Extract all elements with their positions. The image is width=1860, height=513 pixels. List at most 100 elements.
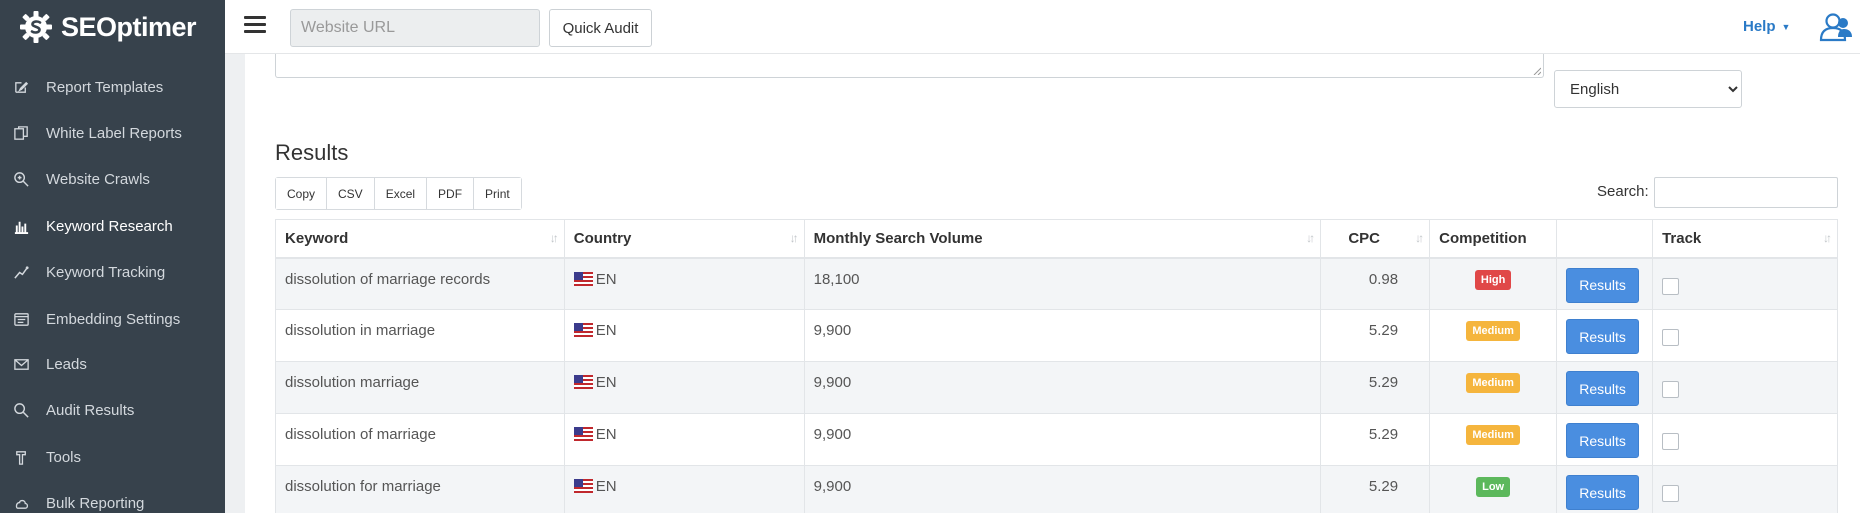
sidebar-item-bulk-reporting[interactable]: Bulk Reporting [0,480,225,513]
sidebar-item-label: Tools [46,448,82,466]
table-row: dissolution in marriage EN 9,900 5.29 Medium… [275,309,1838,362]
menu-toggle-icon[interactable] [244,16,266,36]
column-volume-label: Monthly Search Volume [813,229,983,247]
column-cpc[interactable]: CPC ↓↑ [1320,219,1431,259]
actions-cell: Results [1556,413,1654,466]
results-button[interactable]: Results [1566,423,1640,458]
trend-line-icon [12,263,30,281]
table-row: dissolution of marriage EN 9,900 5.29 Medium… [275,413,1838,466]
country-code: EN [595,426,617,443]
competition-badge: Low [1476,477,1511,497]
sidebar-item-tools[interactable]: Tools [0,434,225,480]
country-code: EN [595,270,617,288]
sidebar-item-white-label-reports[interactable]: White Label Reports [0,110,225,156]
country-cell: EN [563,309,805,362]
column-track-label: Track [1662,229,1702,247]
language-select[interactable]: English [1554,70,1742,108]
competition-badge: Medium [1466,373,1520,393]
column-competition-label: Competition [1439,229,1527,247]
column-country-label: Country [573,229,632,247]
column-competition: Competition [1429,219,1558,259]
help-dropdown[interactable]: Help ▼ [1743,18,1790,35]
sidebar-item-leads[interactable]: Leads [0,341,225,387]
track-checkbox[interactable] [1662,433,1680,450]
us-flag-icon [573,479,593,493]
volume-cell: 9,900 [803,361,1322,414]
column-track[interactable]: Track ↓↑ [1652,219,1838,259]
results-button[interactable]: Results [1566,267,1640,303]
copy-button[interactable]: Copy [276,178,328,209]
caret-down-icon: ▼ [1781,21,1791,32]
track-cell [1652,465,1838,513]
excel-button[interactable]: Excel [374,178,428,209]
us-flag-icon [573,271,593,286]
column-actions [1556,219,1654,259]
results-title: Results [275,140,349,165]
results-button[interactable]: Results [1566,475,1640,510]
actions-cell: Results [1556,361,1654,414]
gear-logo-icon [20,11,52,43]
competition-badge: Medium [1466,425,1520,445]
track-checkbox[interactable] [1662,329,1680,346]
competition-cell: High [1429,257,1558,310]
track-cell [1652,257,1838,310]
country-code: EN [595,322,617,339]
sort-icon: ↓↑ [549,231,559,245]
column-monthly-search-volume[interactable]: Monthly Search Volume ↓↑ [803,219,1322,259]
sort-icon: ↓↑ [1306,231,1315,245]
table-header-row: Keyword ↓↑ Country ↓↑ Monthly Search Volum… [275,219,1838,259]
us-flag-icon [573,375,593,389]
column-keyword[interactable]: Keyword ↓↑ [275,219,565,259]
table-row: dissolution of marriage records EN 18,100 0… [275,257,1838,310]
volume-cell: 9,900 [803,413,1322,466]
keyword-text: dissolution of marriage records [285,270,491,288]
sort-icon: ↓↑ [1823,231,1832,245]
track-cell [1652,361,1838,414]
sidebar-item-audit-results[interactable]: Audit Results [0,387,225,433]
competition-badge: Medium [1466,321,1520,341]
track-checkbox[interactable] [1662,277,1680,295]
pdf-button[interactable]: PDF [427,178,475,209]
website-url-input[interactable] [290,9,540,47]
sidebar-item-keyword-research[interactable]: Keyword Research [0,203,225,249]
print-button[interactable]: Print [474,178,521,209]
track-checkbox[interactable] [1662,485,1680,502]
embed-window-icon [12,310,30,328]
cpc-cell: 5.29 [1320,361,1431,414]
competition-cell: Medium [1429,309,1558,362]
cpc-cell: 5.29 [1320,413,1431,466]
volume-cell: 9,900 [803,309,1322,362]
volume-value: 9,900 [813,374,852,391]
bar-chart-icon [12,217,30,235]
sort-icon: ↓↑ [1415,231,1424,245]
brand-logo[interactable]: SEOptimer [0,0,225,54]
track-checkbox[interactable] [1662,381,1680,398]
volume-cell: 18,100 [803,257,1322,310]
sidebar-item-website-crawls[interactable]: Website Crawls [0,156,225,202]
column-country[interactable]: Country ↓↑ [563,219,805,259]
table-search-input[interactable] [1654,177,1838,208]
track-cell [1652,413,1838,466]
volume-value: 9,900 [813,478,852,495]
edit-icon [12,78,30,96]
envelope-icon [12,355,30,373]
keyword-cell: dissolution marriage [275,361,565,414]
csv-button[interactable]: CSV [327,178,375,209]
results-button[interactable]: Results [1566,371,1640,406]
sidebar-item-embedding-settings[interactable]: Embedding Settings [0,296,225,342]
keywords-textarea[interactable] [275,54,1544,78]
sidebar-item-label: Report Templates [46,78,164,96]
cpc-cell: 5.29 [1320,465,1431,513]
quick-audit-button[interactable]: Quick Audit [549,9,652,47]
volume-value: 18,100 [813,270,860,288]
sidebar-item-keyword-tracking[interactable]: Keyword Tracking [0,249,225,295]
sidebar-item-report-templates[interactable]: Report Templates [0,64,225,110]
sidebar-item-label: Bulk Reporting [46,494,145,512]
resize-grip-icon[interactable] [1533,67,1541,75]
volume-value: 9,900 [813,322,852,339]
table-row: dissolution for marriage EN 9,900 5.29 Low Re… [275,465,1838,513]
results-button[interactable]: Results [1566,319,1640,354]
sidebar-item-label: Audit Results [46,401,135,419]
actions-cell: Results [1556,257,1654,310]
users-icon[interactable] [1819,10,1853,44]
